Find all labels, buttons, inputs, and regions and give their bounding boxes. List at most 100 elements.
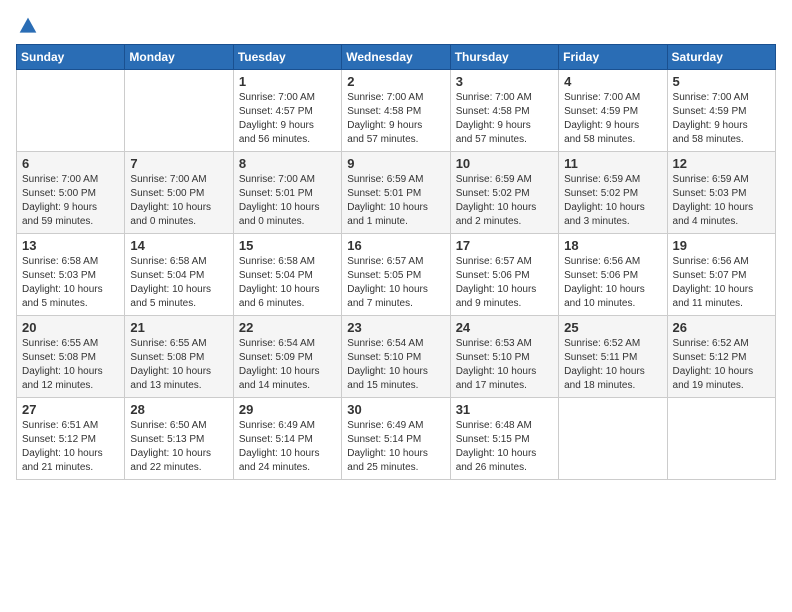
day-info: Sunrise: 6:49 AM Sunset: 5:14 PM Dayligh… — [347, 419, 444, 475]
day-info: Sunrise: 6:54 AM Sunset: 5:09 PM Dayligh… — [239, 337, 336, 393]
day-info: Sunrise: 7:00 AM Sunset: 5:00 PM Dayligh… — [130, 173, 227, 229]
day-info: Sunrise: 6:52 AM Sunset: 5:12 PM Dayligh… — [673, 337, 770, 393]
day-number: 10 — [456, 156, 553, 171]
calendar-cell: 5 Sunrise: 7:00 AM Sunset: 4:59 PM Daylig… — [667, 70, 775, 152]
day-number: 16 — [347, 238, 444, 253]
calendar-cell: 26 Sunrise: 6:52 AM Sunset: 5:12 PM Dayli… — [667, 316, 775, 398]
day-info: Sunrise: 7:00 AM Sunset: 4:58 PM Dayligh… — [347, 91, 444, 147]
header — [16, 16, 776, 36]
day-number: 29 — [239, 402, 336, 417]
day-number: 20 — [22, 320, 119, 335]
calendar-cell: 19Sunrise: 6:56 AM Sunset: 5:07 PM Dayli… — [667, 234, 775, 316]
day-info: Sunrise: 7:00 AM Sunset: 5:00 PM Dayligh… — [22, 173, 119, 229]
day-number: 22 — [239, 320, 336, 335]
day-number: 5 — [673, 74, 770, 89]
calendar-cell: 13 Sunrise: 6:58 AM Sunset: 5:03 PM Dayli… — [17, 234, 125, 316]
day-number: 3 — [456, 74, 553, 89]
weekday-header-wednesday: Wednesday — [342, 45, 450, 70]
day-number: 7 — [130, 156, 227, 171]
calendar-cell: 18Sunrise: 6:56 AM Sunset: 5:06 PM Dayli… — [559, 234, 667, 316]
weekday-header-monday: Monday — [125, 45, 233, 70]
calendar-cell: 14 Sunrise: 6:58 AM Sunset: 5:04 PM Dayli… — [125, 234, 233, 316]
day-info: Sunrise: 6:48 AM Sunset: 5:15 PM Dayligh… — [456, 419, 553, 475]
day-number: 4 — [564, 74, 661, 89]
day-info: Sunrise: 7:00 AM Sunset: 4:57 PM Dayligh… — [239, 91, 336, 147]
weekday-header-sunday: Sunday — [17, 45, 125, 70]
weekday-header-row: SundayMondayTuesdayWednesdayThursdayFrid… — [17, 45, 776, 70]
day-info: Sunrise: 6:51 AM Sunset: 5:12 PM Dayligh… — [22, 419, 119, 475]
week-row-5: 27Sunrise: 6:51 AM Sunset: 5:12 PM Dayli… — [17, 398, 776, 480]
day-number: 11 — [564, 156, 661, 171]
calendar-cell — [125, 70, 233, 152]
day-info: Sunrise: 6:59 AM Sunset: 5:02 PM Dayligh… — [564, 173, 661, 229]
day-info: Sunrise: 7:00 AM Sunset: 4:59 PM Dayligh… — [673, 91, 770, 147]
day-info: Sunrise: 6:54 AM Sunset: 5:10 PM Dayligh… — [347, 337, 444, 393]
day-info: Sunrise: 6:55 AM Sunset: 5:08 PM Dayligh… — [22, 337, 119, 393]
day-info: Sunrise: 6:58 AM Sunset: 5:04 PM Dayligh… — [239, 255, 336, 311]
calendar-cell: 8 Sunrise: 7:00 AM Sunset: 5:01 PM Daylig… — [233, 152, 341, 234]
calendar-cell: 7 Sunrise: 7:00 AM Sunset: 5:00 PM Daylig… — [125, 152, 233, 234]
day-info: Sunrise: 6:50 AM Sunset: 5:13 PM Dayligh… — [130, 419, 227, 475]
day-info: Sunrise: 6:49 AM Sunset: 5:14 PM Dayligh… — [239, 419, 336, 475]
day-number: 30 — [347, 402, 444, 417]
calendar-cell: 4 Sunrise: 7:00 AM Sunset: 4:59 PM Daylig… — [559, 70, 667, 152]
day-number: 17 — [456, 238, 553, 253]
calendar-cell: 15 Sunrise: 6:58 AM Sunset: 5:04 PM Dayli… — [233, 234, 341, 316]
calendar-cell: 21 Sunrise: 6:55 AM Sunset: 5:08 PM Dayli… — [125, 316, 233, 398]
weekday-header-thursday: Thursday — [450, 45, 558, 70]
calendar-cell: 22 Sunrise: 6:54 AM Sunset: 5:09 PM Dayli… — [233, 316, 341, 398]
calendar-cell: 9Sunrise: 6:59 AM Sunset: 5:01 PM Daylig… — [342, 152, 450, 234]
calendar-cell: 20 Sunrise: 6:55 AM Sunset: 5:08 PM Dayli… — [17, 316, 125, 398]
day-info: Sunrise: 7:00 AM Sunset: 4:58 PM Dayligh… — [456, 91, 553, 147]
calendar-cell: 27Sunrise: 6:51 AM Sunset: 5:12 PM Dayli… — [17, 398, 125, 480]
day-info: Sunrise: 6:59 AM Sunset: 5:02 PM Dayligh… — [456, 173, 553, 229]
day-info: Sunrise: 6:53 AM Sunset: 5:10 PM Dayligh… — [456, 337, 553, 393]
day-number: 2 — [347, 74, 444, 89]
calendar-cell: 11 Sunrise: 6:59 AM Sunset: 5:02 PM Dayli… — [559, 152, 667, 234]
day-number: 13 — [22, 238, 119, 253]
week-row-3: 13 Sunrise: 6:58 AM Sunset: 5:03 PM Dayli… — [17, 234, 776, 316]
day-info: Sunrise: 7:00 AM Sunset: 5:01 PM Dayligh… — [239, 173, 336, 229]
calendar-table: SundayMondayTuesdayWednesdayThursdayFrid… — [16, 44, 776, 480]
calendar-cell — [667, 398, 775, 480]
weekday-header-friday: Friday — [559, 45, 667, 70]
calendar-cell: 24 Sunrise: 6:53 AM Sunset: 5:10 PM Dayli… — [450, 316, 558, 398]
day-number: 15 — [239, 238, 336, 253]
day-info: Sunrise: 6:58 AM Sunset: 5:04 PM Dayligh… — [130, 255, 227, 311]
day-number: 9 — [347, 156, 444, 171]
day-number: 21 — [130, 320, 227, 335]
calendar-cell: 2 Sunrise: 7:00 AM Sunset: 4:58 PM Daylig… — [342, 70, 450, 152]
day-info: Sunrise: 6:57 AM Sunset: 5:06 PM Dayligh… — [456, 255, 553, 311]
week-row-4: 20 Sunrise: 6:55 AM Sunset: 5:08 PM Dayli… — [17, 316, 776, 398]
calendar-cell: 10 Sunrise: 6:59 AM Sunset: 5:02 PM Dayli… — [450, 152, 558, 234]
logo — [16, 16, 38, 36]
day-info: Sunrise: 6:59 AM Sunset: 5:03 PM Dayligh… — [673, 173, 770, 229]
day-number: 25 — [564, 320, 661, 335]
calendar-cell — [17, 70, 125, 152]
day-info: Sunrise: 6:56 AM Sunset: 5:06 PM Dayligh… — [564, 255, 661, 311]
day-number: 8 — [239, 156, 336, 171]
calendar-cell: 1 Sunrise: 7:00 AM Sunset: 4:57 PM Daylig… — [233, 70, 341, 152]
day-number: 6 — [22, 156, 119, 171]
day-number: 14 — [130, 238, 227, 253]
calendar-cell: 23 Sunrise: 6:54 AM Sunset: 5:10 PM Dayli… — [342, 316, 450, 398]
calendar-cell: 17 Sunrise: 6:57 AM Sunset: 5:06 PM Dayli… — [450, 234, 558, 316]
calendar-cell: 28Sunrise: 6:50 AM Sunset: 5:13 PM Dayli… — [125, 398, 233, 480]
day-number: 23 — [347, 320, 444, 335]
logo-icon — [18, 16, 38, 36]
day-number: 26 — [673, 320, 770, 335]
calendar-cell: 29 Sunrise: 6:49 AM Sunset: 5:14 PM Dayli… — [233, 398, 341, 480]
day-number: 1 — [239, 74, 336, 89]
day-info: Sunrise: 6:55 AM Sunset: 5:08 PM Dayligh… — [130, 337, 227, 393]
day-info: Sunrise: 6:58 AM Sunset: 5:03 PM Dayligh… — [22, 255, 119, 311]
day-number: 12 — [673, 156, 770, 171]
day-info: Sunrise: 6:52 AM Sunset: 5:11 PM Dayligh… — [564, 337, 661, 393]
day-info: Sunrise: 6:57 AM Sunset: 5:05 PM Dayligh… — [347, 255, 444, 311]
calendar-cell: 3 Sunrise: 7:00 AM Sunset: 4:58 PM Daylig… — [450, 70, 558, 152]
day-info: Sunrise: 7:00 AM Sunset: 4:59 PM Dayligh… — [564, 91, 661, 147]
day-number: 24 — [456, 320, 553, 335]
calendar-cell: 6 Sunrise: 7:00 AM Sunset: 5:00 PM Daylig… — [17, 152, 125, 234]
calendar-cell: 12 Sunrise: 6:59 AM Sunset: 5:03 PM Dayli… — [667, 152, 775, 234]
week-row-1: 1 Sunrise: 7:00 AM Sunset: 4:57 PM Daylig… — [17, 70, 776, 152]
calendar-cell: 30 Sunrise: 6:49 AM Sunset: 5:14 PM Dayli… — [342, 398, 450, 480]
